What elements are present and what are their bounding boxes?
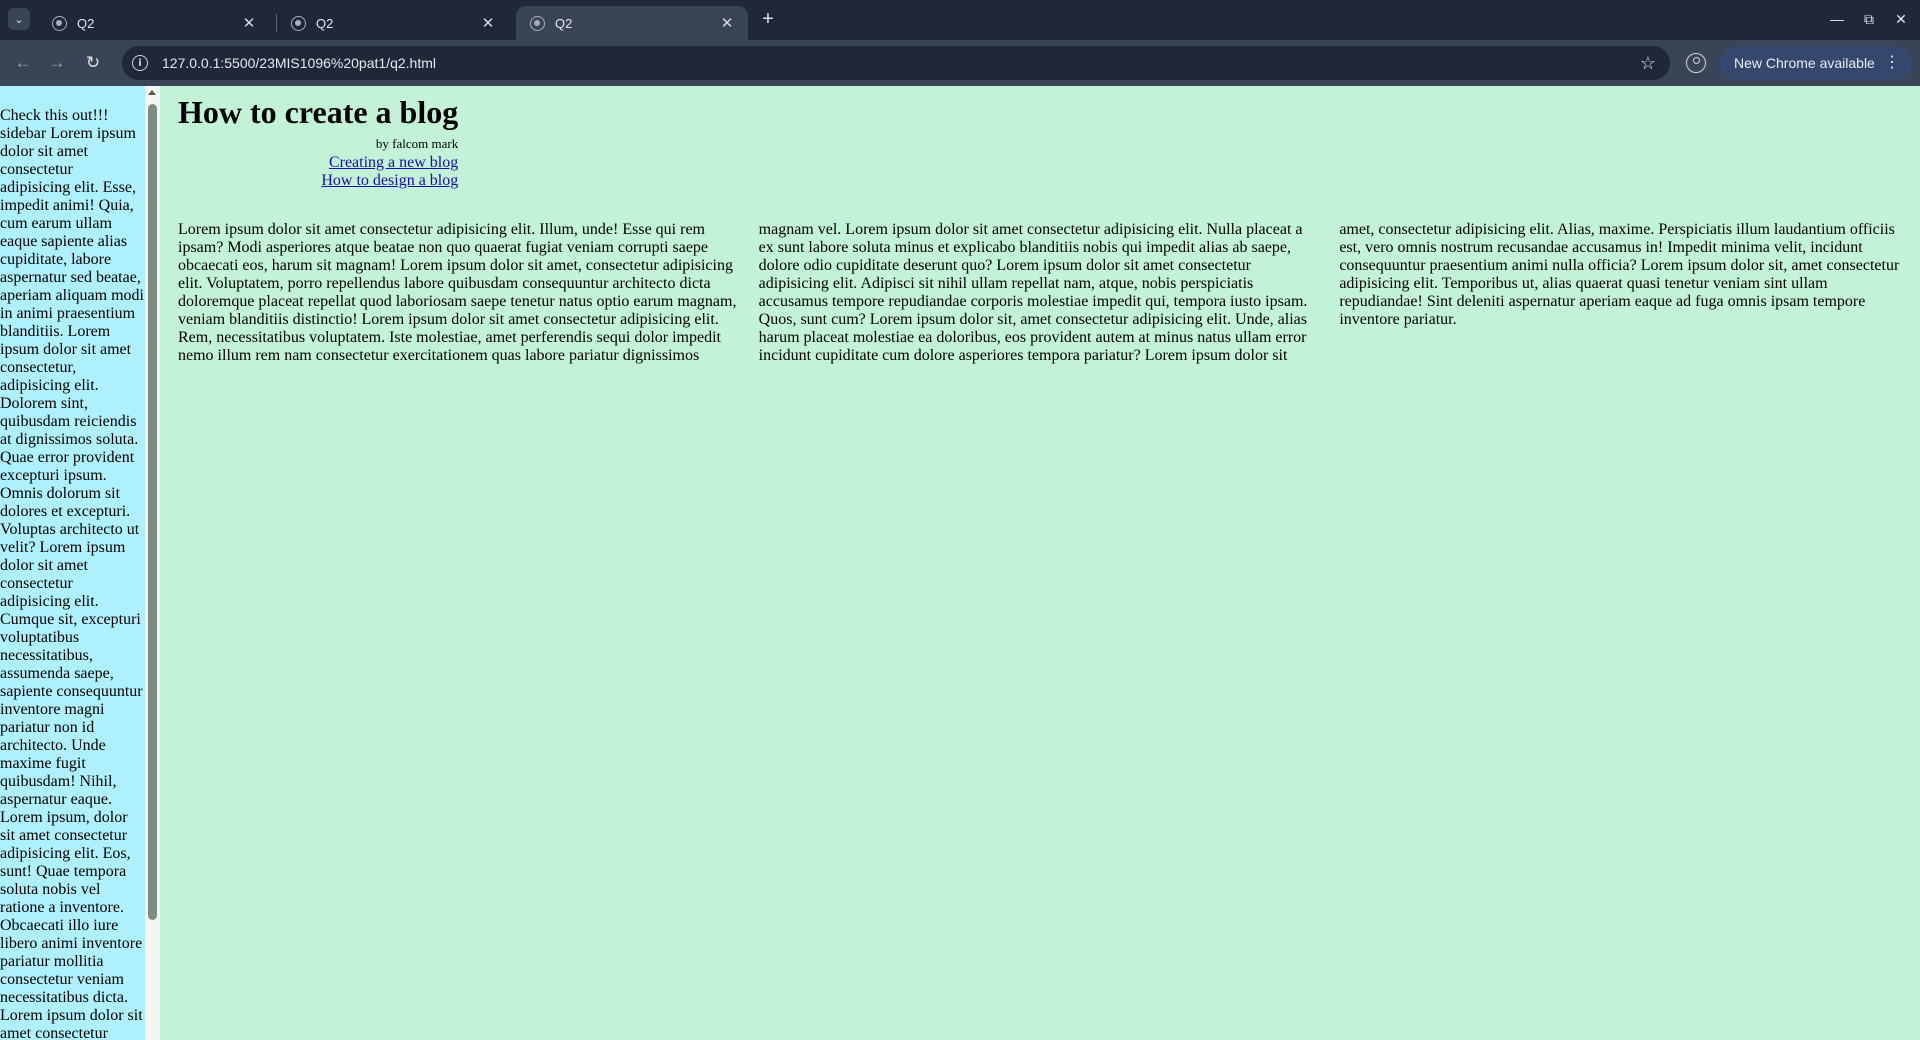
tab-q2-1[interactable]: Q2 ✕ [38, 6, 270, 40]
menu-kebab-icon[interactable]: ⋮ [1884, 55, 1900, 71]
browser-toolbar: ← → ↻ i 127.0.0.1:5500/23MIS1096%20pat1/… [0, 40, 1920, 86]
sidebar: Check this out!!! sidebar Lorem ipsum do… [0, 86, 145, 1040]
link-creating-new-blog[interactable]: Creating a new blog [178, 154, 458, 172]
window-close-icon[interactable]: ✕ [1892, 10, 1910, 28]
address-bar[interactable]: i 127.0.0.1:5500/23MIS1096%20pat1/q2.htm… [122, 46, 1670, 80]
reload-icon[interactable]: ↻ [82, 52, 104, 74]
tab-title: Q2 [555, 15, 573, 31]
close-icon[interactable]: ✕ [240, 14, 258, 32]
page-viewport: Check this out!!! sidebar Lorem ipsum do… [0, 86, 1920, 1040]
new-tab-icon[interactable]: + [758, 9, 778, 29]
forward-icon[interactable]: → [46, 52, 68, 74]
sidebar-scrollbar[interactable] [145, 86, 160, 1040]
close-icon[interactable]: ✕ [718, 14, 736, 32]
site-info-icon[interactable]: i [132, 55, 148, 71]
tab-q2-2[interactable]: Q2 ✕ [277, 6, 509, 40]
byline: by falcom mark [375, 136, 459, 151]
globe-icon [52, 15, 67, 31]
tab-title: Q2 [77, 15, 95, 31]
scrollbar-thumb[interactable] [148, 104, 157, 920]
new-chrome-available-button[interactable]: New Chrome available ⋮ [1720, 46, 1912, 80]
globe-icon [291, 15, 306, 31]
url-text[interactable]: 127.0.0.1:5500/23MIS1096%20pat1/q2.html [162, 55, 1640, 71]
article-columns: Lorem ipsum dolor sit amet consectetur a… [178, 221, 1900, 381]
update-label: New Chrome available [1734, 55, 1875, 71]
close-icon[interactable]: ✕ [479, 14, 497, 32]
tab-search-icon[interactable]: ⌄ [8, 8, 30, 30]
scroll-up-arrow-icon[interactable] [148, 90, 156, 95]
article-text: Lorem ipsum dolor sit amet consectetur a… [178, 221, 1900, 364]
maximize-icon[interactable]: ⧉ [1860, 10, 1878, 28]
back-icon[interactable]: ← [12, 52, 34, 74]
globe-icon [530, 15, 545, 31]
tab-q2-active[interactable]: Q2 ✕ [516, 6, 748, 40]
tab-title: Q2 [316, 15, 334, 31]
minimize-icon[interactable]: — [1828, 10, 1846, 28]
blog-header: How to create a blog by falcom mark Crea… [178, 92, 458, 190]
bookmark-star-icon[interactable]: ☆ [1640, 53, 1656, 74]
sidebar-text: Check this out!!! sidebar Lorem ipsum do… [0, 107, 144, 1040]
profile-icon[interactable] [1686, 53, 1706, 73]
page-title: How to create a blog [178, 94, 459, 130]
tab-strip: ⌄ Q2 ✕ Q2 ✕ Q2 ✕ + — ⧉ ✕ [0, 0, 1920, 40]
link-design-blog[interactable]: How to design a blog [178, 172, 458, 190]
